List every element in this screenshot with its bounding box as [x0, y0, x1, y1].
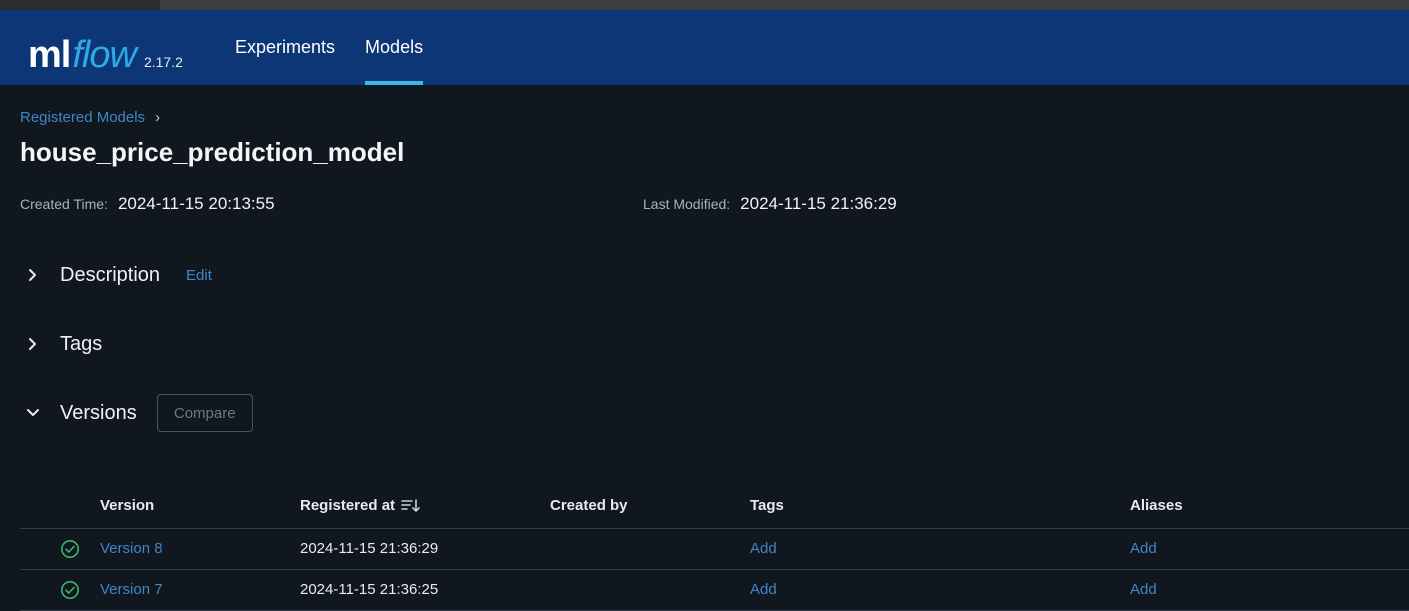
versions-label[interactable]: Versions	[60, 402, 137, 425]
column-header-version[interactable]: Version	[100, 497, 154, 514]
add-tag-link[interactable]: Add	[750, 540, 777, 557]
breadcrumb-separator: ›	[155, 109, 161, 126]
created-time: Created Time: 2024-11-15 20:13:55	[20, 194, 275, 214]
chevron-right-icon[interactable]	[20, 331, 46, 357]
registered-at-label: Registered at	[300, 497, 396, 514]
breadcrumb-registered-models[interactable]: Registered Models	[20, 109, 145, 126]
logo-flow-text: flow	[72, 34, 137, 76]
check-circle-icon	[60, 580, 80, 600]
tags-label[interactable]: Tags	[60, 333, 102, 356]
column-header-tags[interactable]: Tags	[750, 497, 784, 514]
logo-ml-text: ml	[28, 34, 71, 76]
browser-top-strip	[0, 0, 1409, 10]
edit-description-link[interactable]: Edit	[186, 267, 212, 284]
last-modified: Last Modified: 2024-11-15 21:36:29	[643, 194, 897, 214]
description-label[interactable]: Description	[60, 264, 160, 287]
chevron-down-icon[interactable]	[20, 400, 46, 426]
table-header: Version Registered at Created by Tags Al…	[20, 485, 1409, 529]
table-row: Version 7 2024-11-15 21:36:25 Add Add	[20, 570, 1409, 611]
page-title: house_price_prediction_model	[20, 137, 405, 167]
main-nav: Experiments Models	[235, 10, 453, 85]
last-modified-label: Last Modified:	[643, 196, 731, 212]
created-time-label: Created Time:	[20, 196, 108, 212]
table-row: Version 8 2024-11-15 21:36:29 Add Add	[20, 529, 1409, 570]
breadcrumb: Registered Models ›	[20, 109, 160, 126]
description-section: Description Edit	[20, 255, 212, 295]
nav-experiments[interactable]: Experiments	[235, 10, 335, 85]
mlflow-logo[interactable]: ml flow 2.17.2	[28, 22, 183, 74]
app-version: 2.17.2	[143, 54, 183, 70]
compare-button[interactable]: Compare	[156, 394, 253, 432]
sort-icon[interactable]	[401, 498, 421, 514]
tags-section: Tags	[20, 324, 102, 364]
version-link[interactable]: Version 7	[100, 581, 163, 598]
add-alias-link[interactable]: Add	[1130, 581, 1157, 598]
check-circle-icon	[60, 539, 80, 559]
registered-at-cell: 2024-11-15 21:36:25	[300, 581, 439, 598]
nav-models[interactable]: Models	[365, 10, 424, 85]
column-header-aliases[interactable]: Aliases	[1130, 497, 1183, 514]
chevron-right-icon[interactable]	[20, 262, 46, 288]
versions-section: Versions Compare	[20, 393, 253, 433]
top-header: ml flow 2.17.2 Experiments Models	[0, 10, 1409, 85]
add-tag-link[interactable]: Add	[750, 581, 777, 598]
registered-at-cell: 2024-11-15 21:36:29	[300, 540, 439, 557]
add-alias-link[interactable]: Add	[1130, 540, 1157, 557]
created-time-value: 2024-11-15 20:13:55	[117, 194, 275, 213]
last-modified-value: 2024-11-15 21:36:29	[740, 194, 897, 213]
column-header-created-by[interactable]: Created by	[550, 497, 628, 514]
column-header-registered-at[interactable]: Registered at	[300, 497, 421, 514]
versions-table: Version Registered at Created by Tags Al…	[20, 485, 1409, 611]
version-link[interactable]: Version 8	[100, 540, 163, 557]
